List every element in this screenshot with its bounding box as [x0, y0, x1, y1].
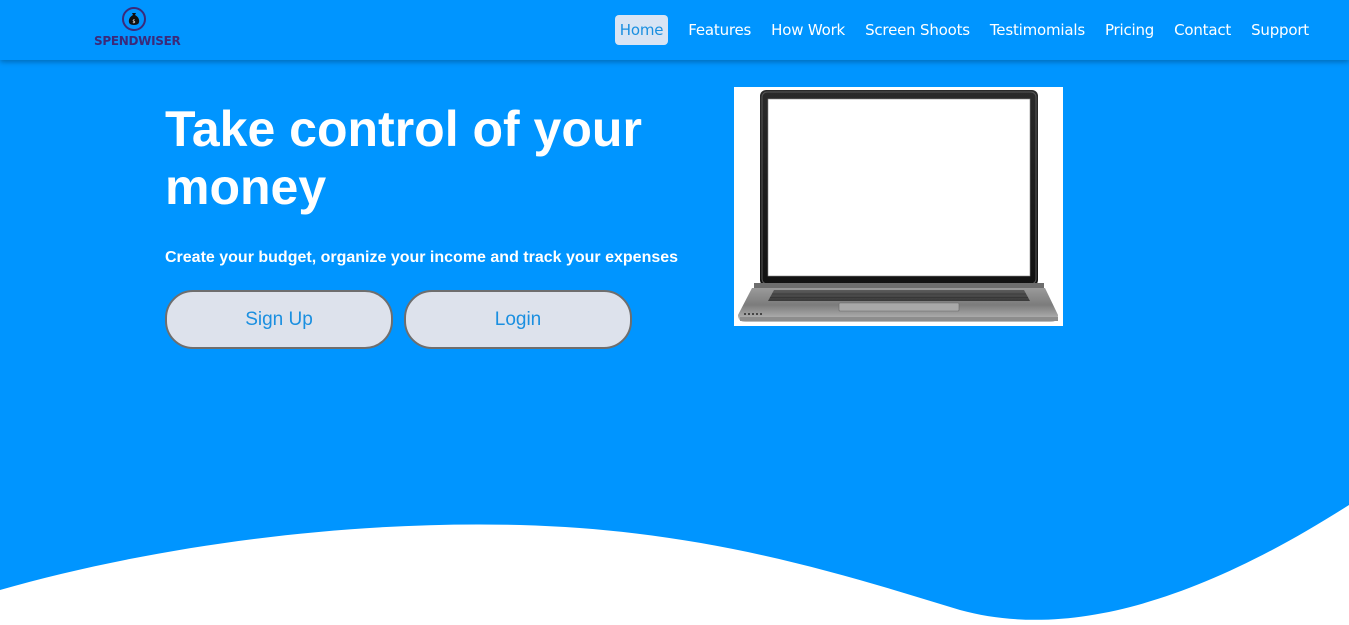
nav-contact[interactable]: Contact — [1164, 17, 1241, 43]
nav-how-work[interactable]: How Work — [761, 17, 855, 43]
nav-testimonials[interactable]: Testimomials — [980, 17, 1095, 43]
login-button[interactable]: Login — [404, 290, 632, 349]
main-nav: Home Features How Work Screen Shoots Tes… — [614, 15, 1319, 45]
brand-name: SPENDWISER — [94, 34, 181, 48]
laptop-image — [734, 87, 1063, 326]
hero-subtitle: Create your budget, organize your income… — [165, 249, 679, 266]
nav-pricing[interactable]: Pricing — [1095, 17, 1164, 43]
money-bag-icon: $ — [122, 7, 146, 31]
nav-support[interactable]: Support — [1241, 17, 1319, 43]
nav-home[interactable]: Home — [614, 15, 669, 45]
landing-page: $ SPENDWISER Home Features How Work Scre… — [0, 0, 1349, 625]
brand-logo[interactable]: $ SPENDWISER — [94, 7, 181, 51]
navbar: $ SPENDWISER Home Features How Work Scre… — [0, 0, 1349, 60]
nav-features[interactable]: Features — [678, 17, 761, 43]
hero-title: Take control of your money — [165, 101, 642, 215]
hero-wave — [0, 505, 1349, 625]
svg-text:$: $ — [132, 19, 135, 25]
nav-screen-shoots[interactable]: Screen Shoots — [855, 17, 980, 43]
laptop-illustration — [738, 90, 1058, 322]
signup-button[interactable]: Sign Up — [165, 290, 393, 349]
